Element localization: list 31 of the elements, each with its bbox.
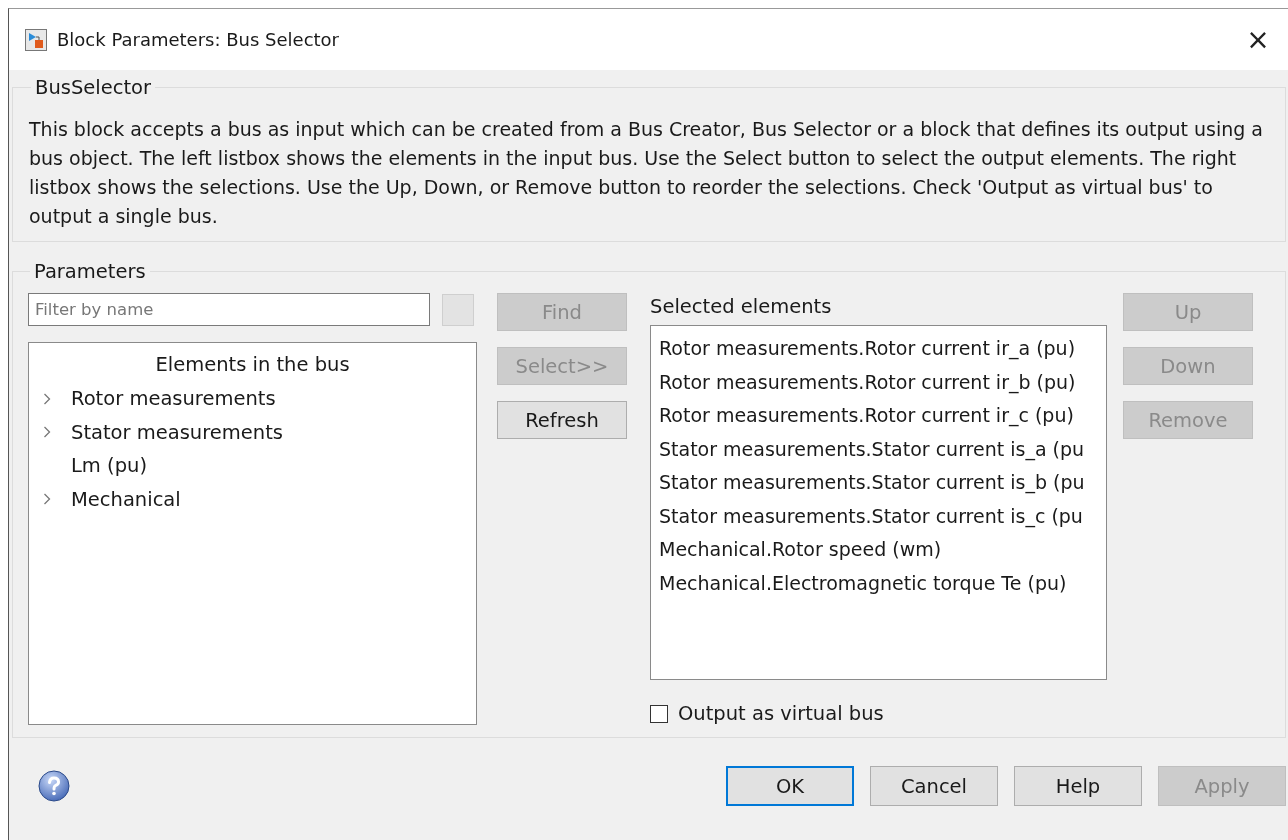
expand-chevron-icon[interactable] [43,392,51,405]
list-item[interactable]: Rotor measurements.Rotor current ir_b (pu) [659,365,1106,399]
checkbox[interactable] [650,704,668,723]
dialog-button[interactable]: OK [726,766,854,806]
list-item[interactable]: Rotor measurements.Rotor current ir_c (pu) [659,399,1106,433]
checkbox-label[interactable]: Output as virtual bus [678,702,884,725]
list-item[interactable]: Rotor measurements.Rotor current ir_a (pu) [659,332,1106,366]
list-item[interactable]: Stator measurements.Stator current is_b (pu [659,466,1106,500]
group-title: Parameters [33,260,147,283]
expand-chevron-icon[interactable] [43,493,51,506]
dialog-button[interactable]: Cancel [870,766,998,806]
window-title: Block Parameters: Bus Selector [57,29,340,50]
list-item[interactable]: Stator measurements.Stator current is_c (pu [659,499,1106,533]
help-icon[interactable] [38,770,70,802]
tree-item[interactable]: Rotor measurements [71,387,276,411]
description-text: This block accepts a bus as input which can be created from a Bus Creator, Bus Selector or a block that defines its output using a bus object. The left listbox shows the elements in the input bus. Use the Select button to select the output elements. The right listbox shows the selections. Use the Up, Down, or Remove button to reorder the selections. Check 'Output as virtual bus' to output a single bus. [29,117,1264,229]
tree-item[interactable]: Stator measurements [71,420,283,444]
close-button[interactable]: × [1228,14,1288,65]
tree-item[interactable]: Lm (pu) [71,454,147,478]
expand-chevron-icon[interactable] [43,426,51,439]
list-heading: Elements in the bus [154,352,351,378]
tree-item[interactable]: Mechanical [71,487,181,511]
list-label: Selected elements [650,295,833,320]
group-title: BusSelector [34,76,152,99]
list-item[interactable]: Mechanical.Rotor speed (wm) [659,533,1106,567]
block-icon [25,28,47,51]
dialog-button[interactable]: Refresh [497,401,627,439]
list-item[interactable]: Mechanical.Electromagnetic torque Te (pu) [659,566,1106,600]
filter-field[interactable]: Filter by name [28,293,430,326]
dialog-button[interactable]: Help [1014,766,1142,806]
list-item[interactable]: Stator measurements.Stator current is_a (pu [659,432,1106,466]
